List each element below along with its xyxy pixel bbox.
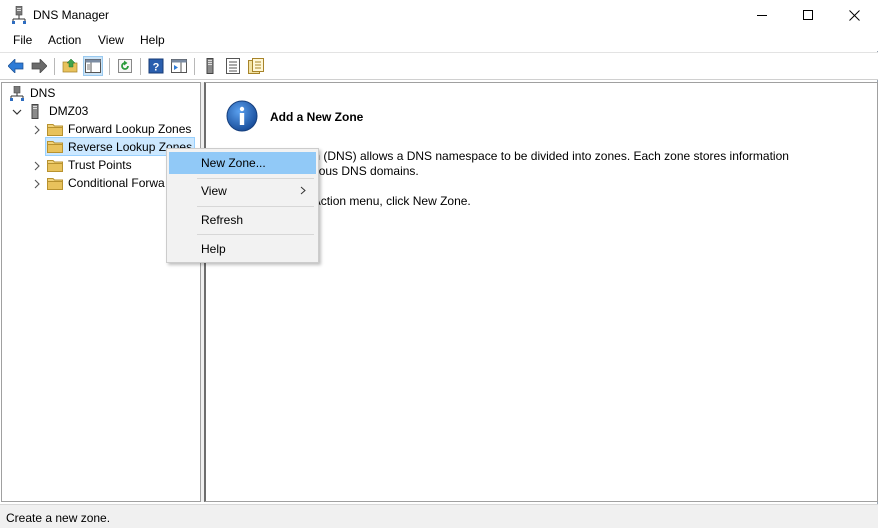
forward-button[interactable] [29, 56, 49, 76]
back-button[interactable] [6, 56, 26, 76]
context-menu-help[interactable]: Help [169, 238, 316, 260]
svg-text:?: ? [153, 62, 160, 74]
menu-file[interactable]: File [13, 33, 32, 47]
context-menu: New Zone... View Refresh Help [166, 148, 319, 263]
tree-item-conditional-forwarders[interactable]: Conditional Forwa [47, 174, 165, 192]
server-icon [31, 103, 39, 119]
content-line: e contiguous DNS domains. [270, 164, 419, 178]
menu-separator [197, 206, 314, 207]
tree-item-dns[interactable]: DNS [10, 84, 55, 102]
menu-action[interactable]: Action [48, 33, 81, 47]
toolbar-separator [54, 58, 55, 75]
context-menu-new-zone[interactable]: New Zone... [169, 152, 316, 174]
dns-server-icon [12, 6, 26, 24]
folder-icon [47, 159, 63, 172]
show-hide-console-tree-icon [85, 59, 101, 73]
dns-manager-window: DNS Manager File Action View Help ? DNS … [0, 0, 878, 528]
tree-item-server[interactable]: DMZ03 [30, 102, 88, 120]
context-menu-label: View [201, 184, 227, 198]
toolbar-separator [140, 58, 141, 75]
info-icon [226, 100, 258, 132]
server-button[interactable] [200, 56, 220, 76]
tree-item-label: Forward Lookup Zones [68, 122, 192, 136]
content-line: e System (DNS) allows a DNS namespace to… [270, 149, 789, 163]
tree-item-label: DNS [30, 86, 56, 100]
tree-item-label: Trust Points [68, 158, 132, 172]
tree-item-trust-points[interactable]: Trust Points [47, 156, 132, 174]
close-icon [848, 9, 860, 21]
content-description: e System (DNS) allows a DNS namespace to… [270, 149, 830, 179]
action-pane-button[interactable] [169, 56, 189, 76]
refresh-button[interactable] [115, 56, 135, 76]
folder-icon [47, 123, 63, 136]
tree-item-forward-lookup-zones[interactable]: Forward Lookup Zones [47, 120, 191, 138]
server-icon [206, 58, 214, 74]
up-one-level-button[interactable] [60, 56, 80, 76]
folder-icon [47, 177, 63, 190]
context-menu-refresh[interactable]: Refresh [169, 209, 316, 231]
maximize-icon [803, 10, 813, 20]
folder-icon [47, 141, 63, 153]
tree-item-label: Conditional Forwa [68, 176, 165, 190]
status-text: Create a new zone. [6, 511, 111, 525]
help-button[interactable]: ? [146, 56, 166, 76]
menu-help[interactable]: Help [140, 33, 165, 47]
tree-item-label: DMZ03 [49, 104, 89, 118]
dns-icon [10, 85, 24, 101]
chevron-right-icon [300, 186, 306, 195]
chevron-right-icon[interactable] [32, 179, 42, 189]
up-folder-icon [62, 58, 78, 73]
help-icon: ? [148, 58, 164, 74]
minimize-button[interactable] [739, 0, 785, 30]
menu-bar: File Action View Help [0, 30, 878, 51]
title-bar[interactable]: DNS Manager [0, 0, 878, 30]
close-button[interactable] [831, 0, 877, 30]
toolbar: ? [0, 52, 878, 80]
chevron-right-icon[interactable] [32, 125, 42, 135]
minimize-icon [757, 14, 767, 16]
chevron-down-icon[interactable] [12, 107, 22, 117]
properties-icon [248, 58, 264, 74]
refresh-icon [118, 59, 132, 73]
menu-view[interactable]: View [98, 33, 124, 47]
toolbar-separator [109, 58, 110, 75]
back-arrow-icon [8, 59, 24, 73]
action-pane-icon [171, 59, 187, 73]
console-tree-pane[interactable]: DNS DMZ03 Forward Lookup Zones Reverse L… [1, 82, 201, 502]
menu-separator [197, 178, 314, 179]
menu-separator [197, 234, 314, 235]
list-button[interactable] [223, 56, 243, 76]
status-bar: Create a new zone. [0, 504, 878, 528]
toolbar-separator [194, 58, 195, 75]
context-menu-view[interactable]: View [169, 180, 316, 202]
forward-arrow-icon [31, 59, 47, 73]
content-instruction: , on the Action menu, click New Zone. [270, 194, 471, 208]
show-hide-console-tree-button[interactable] [83, 56, 103, 76]
properties-button[interactable] [246, 56, 266, 76]
window-title: DNS Manager [33, 8, 110, 22]
content-title: Add a New Zone [270, 110, 364, 124]
list-icon [226, 58, 240, 74]
chevron-right-icon[interactable] [32, 161, 42, 171]
maximize-button[interactable] [785, 0, 831, 30]
results-pane: Add a New Zone e System (DNS) allows a D… [204, 82, 878, 502]
